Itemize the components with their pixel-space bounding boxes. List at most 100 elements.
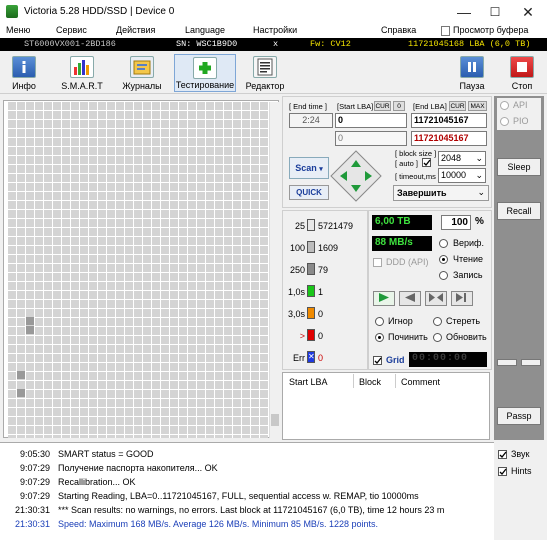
menu-item-language[interactable]: Language: [185, 25, 225, 35]
pio-radio[interactable]: [500, 117, 509, 126]
block-size-select[interactable]: 2048 ⌄: [438, 151, 486, 166]
pause-button[interactable]: Пауза: [455, 54, 489, 92]
stat-row-3s: 3,0s 0: [287, 307, 367, 321]
start-lba-cur-button[interactable]: CUR: [374, 101, 391, 111]
stop-button[interactable]: Стоп: [505, 54, 539, 92]
defects-table[interactable]: Start LBA Block Comment: [282, 372, 490, 440]
interface-mode-group: API PIO: [497, 98, 541, 130]
disk-size-display: 6,00 TB: [372, 215, 432, 230]
menu-item-clipboard[interactable]: Просмотр буфера: [453, 25, 528, 35]
end-lba-current: 11721045167: [411, 131, 487, 146]
log-time: 9:07:29: [19, 463, 50, 473]
tab-editor-label: Редактор: [245, 81, 285, 91]
stat-value: 0: [318, 353, 324, 363]
start-lba-zero-button[interactable]: 0: [393, 101, 405, 111]
start-lba-input[interactable]: 0: [335, 113, 407, 128]
tab-testing-label: Тестирование: [175, 80, 235, 90]
aux-button-right[interactable]: [521, 359, 541, 366]
passp-button[interactable]: Passp: [497, 407, 541, 425]
menu-item-settings[interactable]: Настройки: [253, 25, 297, 35]
device-model: ST6000VX001-2BD186: [24, 39, 116, 49]
menu-item-service[interactable]: Сервис: [56, 25, 87, 35]
block-map-scrollbar[interactable]: [269, 102, 279, 438]
scan-button[interactable]: Scan ▾: [289, 157, 329, 179]
app-window: Victoria 5.28 HDD/SSD | Device 0 — ☐ ✕ М…: [0, 0, 547, 540]
repair-radio[interactable]: [375, 333, 384, 342]
menu-item-menu[interactable]: Меню: [6, 25, 30, 35]
ddd-api-checkbox[interactable]: [373, 258, 382, 267]
read-radio[interactable]: [439, 255, 448, 264]
scan-status-panel: 6,00 TB 100 % 88 MB/s Вериф. DDD (API) Ч…: [368, 210, 492, 370]
play-button[interactable]: [373, 291, 395, 306]
scan-label: Scan: [295, 163, 317, 173]
toolbar: Инфо S.M.A.R.T Журналы Тестирование Реда…: [0, 52, 547, 94]
aux-button-left[interactable]: [497, 359, 517, 366]
stat-row-100: 100 1609: [287, 241, 367, 255]
log-time: 9:05:30: [19, 449, 50, 459]
end-lba-max-button[interactable]: MAX: [468, 101, 487, 111]
hints-checkbox[interactable]: [498, 467, 507, 476]
stat-row-250: 250 79: [287, 263, 367, 277]
tab-info[interactable]: Инфо: [6, 54, 42, 92]
sleep-button[interactable]: Sleep: [497, 158, 541, 176]
chevron-down-icon: ⌄: [475, 153, 483, 163]
minimize-button[interactable]: —: [449, 0, 479, 24]
pio-label: PIO: [513, 116, 529, 126]
journals-icon: [130, 56, 154, 78]
progress-percent-display: 100: [441, 215, 471, 230]
api-radio[interactable]: [500, 101, 509, 110]
end-time-field[interactable]: 2:24: [289, 113, 333, 128]
sound-label: Звук: [511, 449, 530, 459]
stop-label: Стоп: [511, 81, 533, 91]
api-label: API: [513, 100, 528, 110]
stat-color-box: [307, 219, 315, 231]
block-map-grid: [8, 102, 268, 438]
menu-item-actions[interactable]: Действия: [116, 25, 155, 35]
refresh-radio[interactable]: [433, 333, 442, 342]
recall-button[interactable]: Recall: [497, 202, 541, 220]
log-time: 9:07:29: [19, 491, 50, 501]
quick-button[interactable]: QUICK: [289, 185, 329, 200]
skip-end-button[interactable]: [451, 291, 473, 306]
skip-back-button[interactable]: [425, 291, 447, 306]
maximize-button[interactable]: ☐: [480, 0, 510, 24]
info-icon: [12, 56, 36, 78]
stat-value: 0: [318, 309, 324, 319]
tab-journals[interactable]: Журналы: [120, 54, 164, 92]
tab-smart[interactable]: S.M.A.R.T: [58, 54, 106, 92]
device-info-strip: ST6000VX001-2BD186 SN: WSC1B9D0 x Fw: CV…: [0, 38, 547, 51]
rewind-icon: [405, 293, 415, 302]
tab-testing[interactable]: Тестирование: [174, 54, 236, 92]
grid-label: Grid: [386, 355, 405, 365]
sound-checkbox[interactable]: [498, 450, 507, 459]
stat-color-box: [307, 329, 315, 341]
write-radio[interactable]: [439, 271, 448, 280]
event-log[interactable]: 9:05:30 SMART status = GOOD 9:07:29 Полу…: [0, 442, 494, 540]
auto-checkbox[interactable]: [422, 158, 431, 167]
stat-label: Err: [293, 353, 305, 363]
verify-radio[interactable]: [439, 239, 448, 248]
timing-stats-panel: 25 5721479 100 1609 250 79 1,0s 1 3,0s 0…: [282, 210, 368, 370]
menu-item-help[interactable]: Справка: [381, 25, 416, 35]
timeout-value: 10000: [441, 170, 467, 180]
col-comment: Comment: [401, 377, 441, 387]
scrollbar-thumb[interactable]: [271, 414, 279, 426]
stat-value: 79: [318, 265, 329, 275]
tab-editor[interactable]: Редактор: [242, 54, 288, 92]
rewind-button[interactable]: [399, 291, 421, 306]
end-lba-input[interactable]: 11721045167: [411, 113, 487, 128]
ignore-radio[interactable]: [375, 317, 384, 326]
end-lba-cur-button[interactable]: CUR: [449, 101, 466, 111]
finish-action-select[interactable]: Завершить ⌄: [393, 185, 489, 201]
device-x-marker: x: [273, 39, 279, 49]
device-firmware: Fw: CV12: [310, 39, 351, 49]
timeout-select[interactable]: 10000 ⌄: [438, 168, 486, 183]
log-message: Recallibration... OK: [58, 477, 136, 487]
stat-row-25: 25 5721479: [287, 219, 367, 233]
log-entry: 9:05:30 SMART status = GOOD: [4, 447, 490, 461]
grid-checkbox[interactable]: [373, 356, 382, 365]
erase-radio[interactable]: [433, 317, 442, 326]
log-time: 21:30:31: [14, 505, 50, 515]
navigation-dpad[interactable]: [330, 150, 382, 202]
close-button[interactable]: ✕: [513, 0, 543, 24]
